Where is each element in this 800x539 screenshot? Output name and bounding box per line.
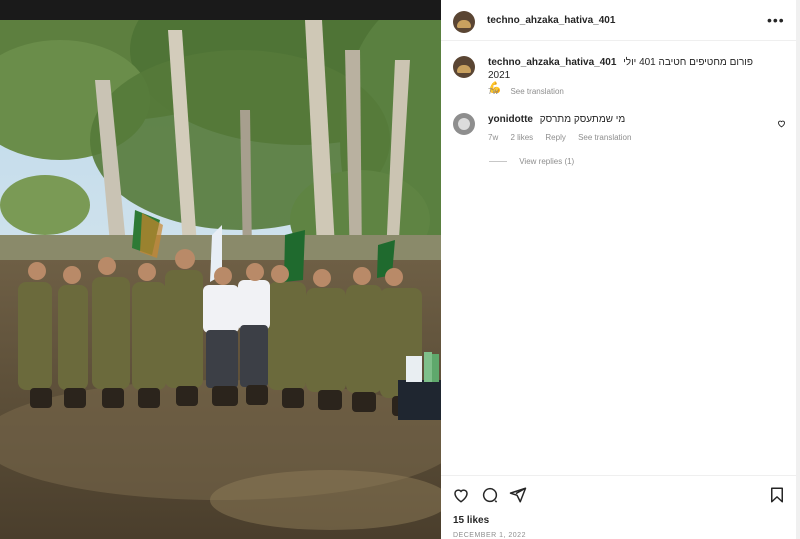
caption-age[interactable]: 7w xyxy=(488,87,498,96)
comment-likes[interactable]: 2 likes xyxy=(510,133,533,142)
top-backdrop xyxy=(0,0,441,20)
paper-plane-icon[interactable] xyxy=(509,486,527,504)
view-replies-label: View replies (1) xyxy=(519,157,575,166)
comment-see-translation[interactable]: See translation xyxy=(578,133,631,142)
author-username[interactable]: techno_ahzaka_hativa_401 xyxy=(487,15,615,26)
caption-username[interactable]: techno_ahzaka_hativa_401 xyxy=(488,57,616,68)
comment: yonidotte מי שמתעסק מתרסק xyxy=(488,114,768,125)
likes-count[interactable]: 15 likes xyxy=(453,515,489,526)
post-photo[interactable] xyxy=(0,20,441,539)
view-replies-button[interactable]: View replies (1) xyxy=(489,157,574,166)
scrollbar-edge xyxy=(796,0,800,539)
post-date: DECEMBER 1, 2022 xyxy=(453,532,526,539)
heart-icon[interactable] xyxy=(452,486,470,504)
comment-bubble-icon[interactable] xyxy=(481,486,499,504)
author-avatar[interactable] xyxy=(453,11,475,33)
comment-heart-icon[interactable] xyxy=(777,119,786,128)
comment-reply-button[interactable]: Reply xyxy=(545,133,565,142)
comment-meta: 7w 2 likes Reply See translation xyxy=(488,133,641,142)
caption-meta: 7w See translation xyxy=(488,87,574,96)
comment-username[interactable]: yonidotte xyxy=(488,114,533,125)
commenter-avatar[interactable] xyxy=(453,113,475,135)
post-side-panel: techno_ahzaka_hativa_401 ••• techno_ahza… xyxy=(441,0,796,539)
post-actions xyxy=(441,475,796,512)
post-photo-image xyxy=(0,20,441,539)
post-header: techno_ahzaka_hativa_401 ••• xyxy=(441,0,796,41)
caption-see-translation[interactable]: See translation xyxy=(510,87,563,96)
comment-body: מי שמתעסק מתרסק xyxy=(539,114,626,125)
comment-age[interactable]: 7w xyxy=(488,133,498,142)
bookmark-icon[interactable] xyxy=(768,486,786,504)
caption-avatar[interactable] xyxy=(453,56,475,78)
more-options-icon[interactable]: ••• xyxy=(767,12,785,28)
replies-divider xyxy=(489,161,507,163)
